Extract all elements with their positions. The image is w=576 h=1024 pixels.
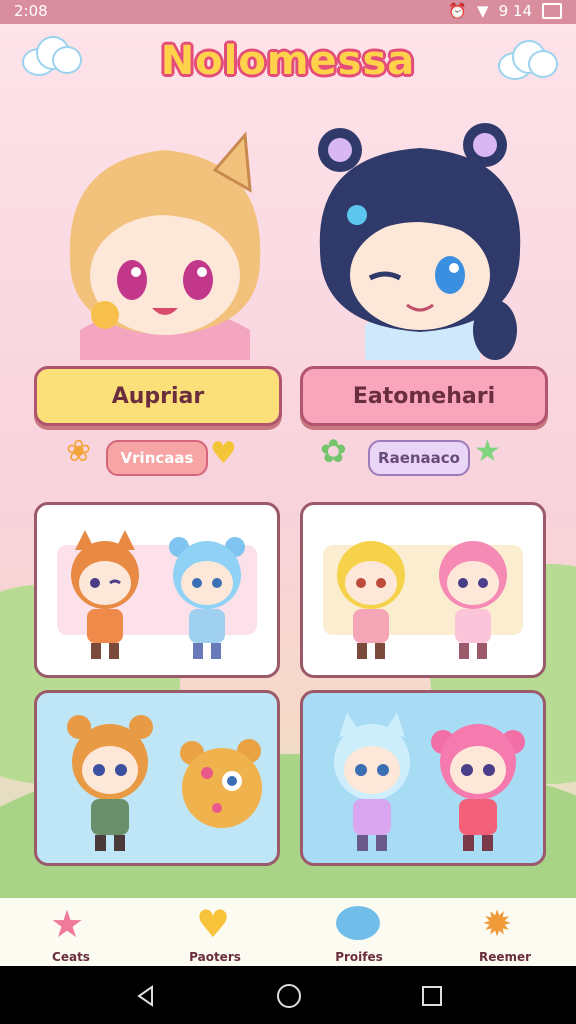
hero-right-tag[interactable]: Raenaaco (368, 440, 470, 476)
frog-icon: ✿ (320, 432, 347, 470)
card-4[interactable] (300, 690, 546, 866)
chibi-bear-girl (67, 715, 153, 851)
status-time: 2:08 (14, 2, 48, 20)
wifi-icon: ▼ (477, 2, 489, 20)
bear-icon: ❀ (66, 434, 92, 469)
card-1[interactable] (34, 502, 280, 678)
battery-icon (542, 3, 562, 19)
heart-face-icon: ♥ (196, 902, 231, 946)
status-bar: 2:08 ⏰ ▼ 9 14 (0, 0, 576, 24)
hero-left-character[interactable] (40, 110, 290, 360)
system-nav-bar (0, 966, 576, 1024)
star-icon: ★ (50, 902, 85, 946)
chibi-light-blue-cat (334, 713, 410, 851)
nav-item-ceats[interactable]: ★ Ceats (16, 900, 126, 966)
chibi-yellow-girl (337, 541, 405, 659)
bottom-nav: ★ Ceats ♥ Paoters Proifes ✹ Reemer (0, 898, 576, 966)
hero-right-button[interactable]: Eatomehari (300, 366, 548, 426)
chibi-pink-twin-girl (431, 724, 525, 851)
hero-right-character[interactable] (295, 110, 545, 360)
home-icon[interactable] (276, 983, 302, 1009)
back-icon[interactable] (134, 984, 158, 1008)
nav-item-proifes[interactable]: Proifes (304, 900, 414, 966)
nav-label: Ceats (52, 950, 90, 964)
chibi-pink-girl (439, 541, 507, 659)
nav-item-reemer[interactable]: ✹ Reemer (450, 900, 560, 966)
recents-icon[interactable] (420, 984, 444, 1008)
nav-label: Reemer (478, 950, 532, 964)
alarm-icon: ⏰ (448, 2, 468, 20)
chibi-orange-cat (71, 530, 139, 659)
battery-text: 9 14 (498, 2, 532, 20)
fish-icon (336, 906, 380, 940)
nav-label: Paoters (189, 950, 241, 964)
crab-icon: ✹ (482, 904, 513, 945)
star-icon: ★ (474, 434, 501, 469)
nav-label: Proifes (335, 950, 383, 964)
heart-icon: ♥ (210, 436, 237, 471)
chibi-blue-girl (169, 537, 245, 659)
card-2[interactable] (300, 502, 546, 678)
nav-item-paoters[interactable]: ♥ Paoters (160, 900, 270, 966)
app-title: Nolomessa (160, 38, 416, 84)
card-3[interactable] (34, 690, 280, 866)
hero-left-tag[interactable]: Vrincaas (106, 440, 208, 476)
hero-left-button[interactable]: Aupriar (34, 366, 282, 426)
chibi-cookie-creature (180, 739, 262, 828)
